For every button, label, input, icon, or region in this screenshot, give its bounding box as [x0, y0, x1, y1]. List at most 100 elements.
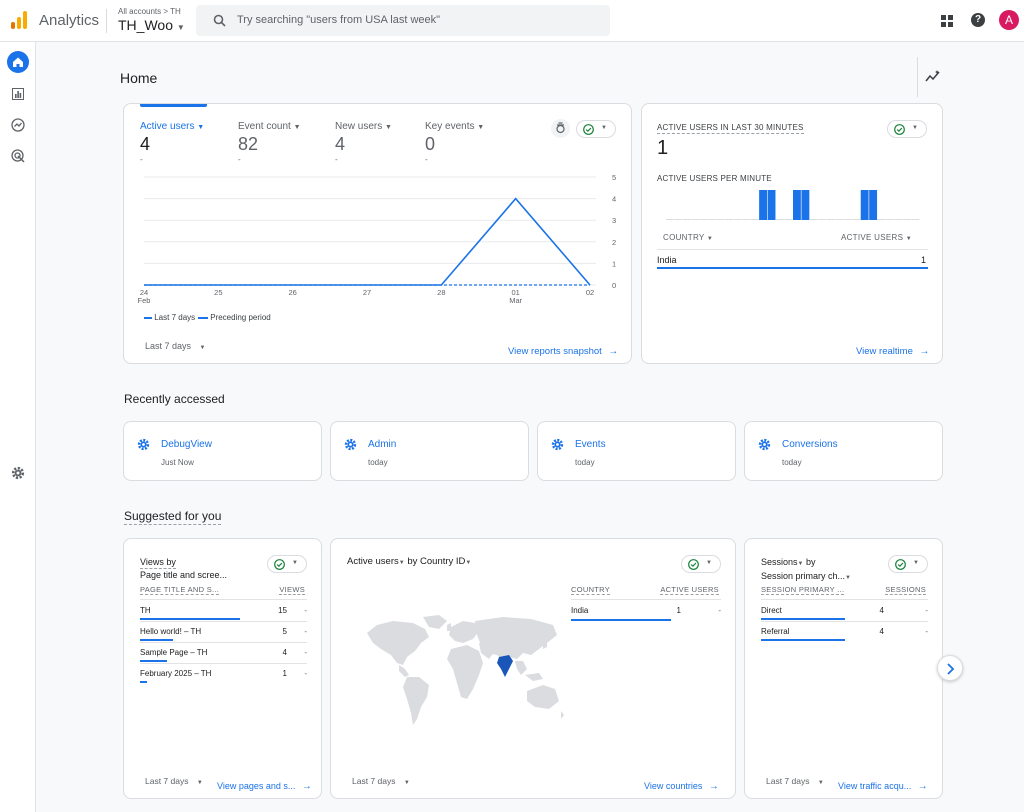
dimension-dropdown[interactable]: Session primary ch...▼ — [761, 570, 851, 584]
account-name: TH_Woo — [118, 17, 173, 33]
header-divider — [657, 249, 928, 250]
metric-change: - — [140, 155, 143, 164]
row-change: - — [718, 606, 721, 615]
suggested-section-title: Suggested for you — [124, 509, 222, 525]
recent-item-name: Conversions — [782, 439, 838, 450]
caret-down-icon: ▼ — [196, 780, 203, 786]
realtime-row-bar — [657, 267, 928, 269]
user-avatar[interactable]: A — [999, 10, 1019, 30]
help-icon[interactable]: ? — [971, 13, 985, 27]
check-circle-icon — [688, 559, 699, 570]
date-range-selector[interactable]: Last 7 days ▼ — [145, 776, 203, 786]
row-name: Hello world! – TH — [140, 627, 202, 636]
view-traffic-link[interactable]: View traffic acqu... → — [838, 776, 928, 794]
table-row[interactable]: Sample Page – TH 4 - — [140, 643, 307, 664]
recent-item-admin[interactable]: Admin today — [330, 421, 529, 481]
search-icon — [213, 14, 226, 27]
realtime-col-country[interactable]: COUNTRY ▼ — [663, 233, 713, 242]
table-row[interactable]: Referral 4 - — [761, 622, 928, 643]
explore-nav-icon[interactable] — [11, 118, 25, 132]
legend-dashed-line — [198, 316, 208, 319]
y-tick-label: 5 — [612, 173, 616, 182]
link-label: View countries — [644, 781, 703, 791]
recent-item-name: Events — [575, 439, 606, 450]
account-selector[interactable]: TH_Woo ▼ — [118, 17, 185, 33]
recent-item-debugview[interactable]: DebugView Just Now — [123, 421, 322, 481]
insights-icon[interactable] — [925, 69, 941, 83]
table-row[interactable]: Hello world! – TH 5 - — [140, 622, 307, 643]
minute-baseline — [776, 219, 784, 220]
date-range-selector[interactable]: Last 7 days ▼ — [766, 776, 824, 786]
metric-key-events[interactable]: Key events ▼ 0 - — [425, 121, 515, 164]
table-row[interactable]: India 1 - — [571, 601, 721, 622]
per-minute-label: ACTIVE USERS PER MINUTE — [657, 174, 772, 183]
metric-dropdown[interactable]: Sessions▼ — [761, 557, 803, 567]
link-label: View reports snapshot — [508, 346, 602, 357]
table-row[interactable]: Direct 4 - — [761, 601, 928, 622]
traffic-quality-dropdown[interactable]: ▼ — [888, 555, 928, 573]
recent-item-time: today — [575, 458, 595, 467]
minute-bar — [759, 190, 767, 220]
x-tick-label: 25 — [214, 288, 222, 297]
column-header-views: VIEWS — [279, 585, 305, 595]
realtime-col-users[interactable]: ACTIVE USERS ▼ — [841, 233, 912, 242]
date-range-selector[interactable]: Last 7 days ▼ — [352, 776, 410, 786]
carousel-next-button[interactable] — [937, 655, 963, 681]
admin-gear-icon[interactable] — [11, 466, 25, 480]
reports-nav-icon[interactable] — [12, 87, 24, 100]
account-breadcrumb[interactable]: All accounts > TH — [118, 7, 181, 16]
minute-baseline — [674, 219, 683, 220]
search-box[interactable]: Try searching "users from USA last week" — [196, 5, 610, 36]
gear-icon — [137, 438, 150, 451]
table-row[interactable]: February 2025 – TH 1 - — [140, 664, 307, 685]
view-realtime-link[interactable]: View realtime → — [856, 341, 929, 359]
realtime-row-country: India — [657, 255, 677, 265]
metric-dropdown[interactable]: Active users▼ — [347, 556, 405, 567]
metric-active-users[interactable]: Active users ▼ 4 - — [140, 121, 230, 164]
card-title-line1: Views by — [140, 557, 176, 569]
recent-item-conversions[interactable]: Conversions today — [744, 421, 943, 481]
overview-line-chart: 54321024Feb25 26 27 28 01Mar02 — [138, 173, 617, 305]
advertising-nav-icon[interactable] — [11, 149, 25, 163]
countries-quality-dropdown[interactable]: ▼ — [681, 555, 721, 573]
row-value: 1 — [676, 606, 681, 615]
realtime-row-value: 1 — [920, 255, 926, 265]
data-quality-dropdown[interactable]: ▼ — [576, 120, 616, 138]
pages-quality-dropdown[interactable]: ▼ — [267, 555, 307, 573]
insights-button[interactable] — [551, 119, 570, 138]
row-value: 15 — [278, 606, 287, 615]
row-name: Referral — [761, 627, 790, 636]
map-india-highlight — [497, 655, 513, 677]
recent-item-name: DebugView — [161, 439, 212, 450]
apps-grid-icon[interactable] — [941, 14, 953, 27]
caret-down-icon: ▼ — [197, 124, 205, 131]
recent-item-events[interactable]: Events today — [537, 421, 736, 481]
view-reports-snapshot-link[interactable]: View reports snapshot → — [508, 341, 618, 359]
row-change: - — [304, 627, 307, 636]
table-row[interactable]: TH 15 - — [140, 601, 307, 622]
analytics-logo[interactable] — [10, 10, 28, 30]
realtime-quality-dropdown[interactable]: ▼ — [887, 120, 927, 138]
date-range-selector[interactable]: Last 7 days ▼ — [145, 341, 206, 351]
row-change: - — [304, 648, 307, 657]
x-tick-label: 27 — [363, 288, 371, 297]
column-header-label: ACTIVE USERS — [840, 233, 904, 242]
sessions-by-channel-card: Sessions▼ by Session primary ch...▼ ▼ SE… — [744, 538, 943, 799]
metric-value: 4 — [140, 134, 151, 154]
metric-label: New users ▼ — [335, 121, 392, 132]
row-bar — [571, 619, 671, 621]
view-pages-link[interactable]: View pages and s... → — [217, 776, 312, 794]
minute-baseline — [877, 219, 886, 220]
map-central-america — [399, 665, 409, 677]
metric-new-users[interactable]: New users ▼ 4 - — [335, 121, 425, 164]
view-countries-link[interactable]: View countries → — [644, 776, 719, 794]
minute-bar — [767, 190, 776, 220]
metric-value: 0 — [425, 134, 436, 154]
date-range-label: Last 7 days — [145, 776, 189, 786]
caret-down-icon: ▼ — [706, 236, 714, 242]
home-nav-icon[interactable] — [7, 51, 29, 73]
metric-label: Active users — [347, 556, 399, 567]
dimension-dropdown[interactable]: by Country ID▼ — [407, 556, 471, 567]
caret-down-icon: ▼ — [477, 124, 485, 131]
metric-event-count[interactable]: Event count ▼ 82 - — [238, 121, 328, 164]
